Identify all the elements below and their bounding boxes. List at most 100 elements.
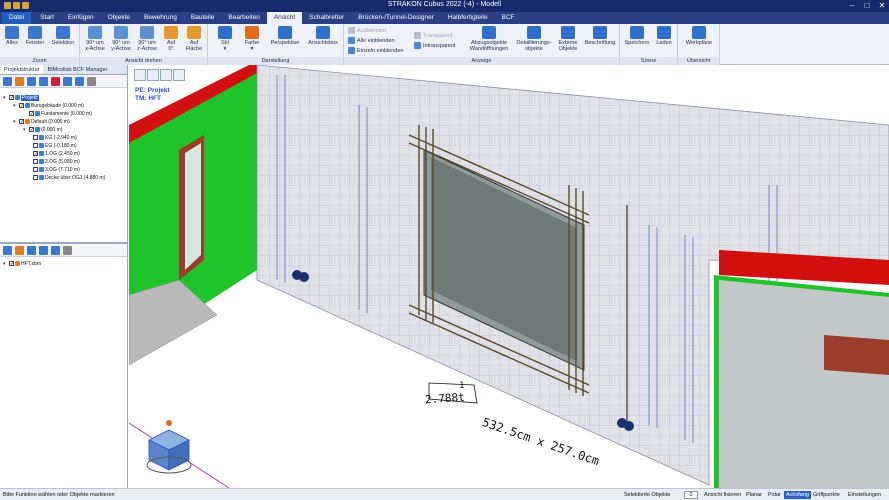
tree-node-fundamente[interactable]: ✓ Fundamente (0.000 m): [23, 110, 92, 117]
group-zoom: Alles Fenster Selektion Zoom: [0, 24, 80, 65]
tab-bauteile[interactable]: Bauteile: [184, 12, 222, 24]
group-label-zoom: Zoom: [0, 57, 79, 65]
external-objects-button[interactable]: Externe Objekte: [555, 26, 581, 52]
arrow-up-icon[interactable]: [27, 77, 36, 86]
group-label-anzeige: Anzeige: [344, 57, 619, 65]
filter-icon[interactable]: [39, 246, 48, 255]
building-icon[interactable]: [39, 77, 48, 86]
layers-icon[interactable]: [75, 77, 84, 86]
move-icon[interactable]: [63, 77, 72, 86]
zoom-selection-icon: [56, 26, 70, 39]
settings-icon[interactable]: [87, 77, 96, 86]
axis-snap-toggle[interactable]: Achsfang: [784, 491, 811, 499]
tab-bearbeiten[interactable]: Bearbeiten: [221, 12, 266, 24]
zoom-selection-button[interactable]: Selektion: [49, 26, 77, 46]
zoom-icon: [5, 26, 19, 39]
color-cube-icon: [245, 26, 259, 39]
title-bar: STRAKON Cubus 2022 (-4) - Modell – □ ✕: [0, 0, 889, 12]
annotation-count: 1: [459, 381, 465, 391]
show-all-icon: [348, 37, 355, 44]
tab-bruecken-tunnel-designer[interactable]: Brücken-/Tunnel-Designer: [351, 12, 441, 24]
viewport-info: PE: Projekt TM: HFT: [135, 87, 170, 102]
tree-node-kg[interactable]: KG (-2.940 m): [33, 134, 77, 141]
polar-toggle[interactable]: Polar: [766, 491, 783, 499]
tab-einfuegen[interactable]: Einfügen: [61, 12, 101, 24]
settings-button[interactable]: Einstellungen: [846, 491, 883, 499]
rotate-to-surface-button[interactable]: Auf Fläche: [183, 26, 205, 52]
minimize-button[interactable]: –: [845, 0, 859, 12]
zoom-window-button[interactable]: Fenster: [24, 26, 46, 46]
tree-node-1og[interactable]: ✓ 1.OG (2.450 m): [33, 150, 80, 157]
tab-bimcollab[interactable]: BIMcollab BCF Manager: [43, 65, 111, 74]
tree-node-eg[interactable]: EG (-0.180 m): [33, 142, 77, 149]
labeling-button[interactable]: Beschriftung: [582, 26, 618, 46]
arc-tool-icon[interactable]: [160, 69, 172, 81]
unlink-icon[interactable]: [63, 246, 72, 255]
3d-viewport[interactable]: PE: Projekt TM: HFT 1 2.788t 532.5cm x 2…: [129, 65, 889, 488]
level-icon: [39, 175, 44, 180]
tab-schalbretter[interactable]: Schalbretter: [302, 12, 351, 24]
group-label-ansicht-drehen: Ansicht drehen: [80, 57, 207, 65]
transparent-icon: [414, 32, 421, 39]
workplans-button[interactable]: Werkpläne: [682, 26, 716, 46]
viewbox-button[interactable]: Ansichtsbox: [305, 26, 341, 46]
color-button[interactable]: Farbe ▾: [240, 26, 264, 52]
tab-project-structure[interactable]: Projektstruktur: [0, 65, 44, 74]
import-icon[interactable]: [15, 246, 24, 255]
tab-halbfertigteile[interactable]: Halbfertigteile: [441, 12, 495, 24]
structure-icon[interactable]: [3, 77, 12, 86]
scene-save-button[interactable]: Speichern: [624, 26, 650, 46]
zoom-all-button[interactable]: Alles: [3, 26, 21, 46]
delete-icon[interactable]: [51, 77, 60, 86]
tree-node-buerogebaeude[interactable]: ▾ ✓ Burogebäude (0.000 m): [13, 102, 84, 109]
rotate-x-button[interactable]: 90° um x-Achse: [83, 26, 107, 52]
show-single-button[interactable]: Einzeln einblenden: [348, 47, 403, 54]
grip-points-toggle[interactable]: Griffpunkte: [811, 491, 842, 499]
tree-node-decke-og1[interactable]: Decke über OG1 (4.880 m): [33, 174, 105, 181]
rotate-z-button[interactable]: 90° um z-Achse: [135, 26, 159, 52]
link-icon[interactable]: [51, 246, 60, 255]
close-button[interactable]: ✕: [875, 0, 889, 12]
tree-node-2og[interactable]: 2.OG (5.080 m): [33, 158, 80, 165]
cube-icon: [218, 26, 232, 39]
detail-objects-button[interactable]: Detaillierungs-objekte: [514, 26, 554, 52]
tab-ansicht[interactable]: Ansicht: [266, 12, 303, 24]
maximize-button[interactable]: □: [860, 0, 874, 12]
tree-node-project[interactable]: ▾ ✓ Projekt: [3, 94, 39, 101]
intransparent-button[interactable]: Intransparent: [414, 42, 455, 49]
fix-view-toggle[interactable]: Ansicht fixieren: [702, 491, 743, 499]
tab-start[interactable]: Start: [33, 12, 61, 24]
style-button[interactable]: Stil ▾: [214, 26, 236, 52]
sort-icon[interactable]: [27, 246, 36, 255]
surface-icon: [187, 26, 201, 39]
tab-objekte[interactable]: Objekte: [101, 12, 137, 24]
tab-bewehrung[interactable]: Bewehrung: [137, 12, 184, 24]
measure-tool-icon[interactable]: [147, 69, 159, 81]
tab-datei[interactable]: Datei: [2, 12, 32, 24]
perspective-button[interactable]: Perspektive: [268, 26, 302, 46]
file-item-hft[interactable]: ▾ ✓ HFT.sbm: [3, 260, 41, 267]
tree-node-3og[interactable]: 3.OG (7.710 m): [33, 166, 80, 173]
hide-button[interactable]: Ausblenden: [348, 27, 386, 34]
hide-icon: [348, 27, 355, 34]
group-label-szene: Szene: [620, 57, 677, 65]
select-tool-icon[interactable]: [134, 69, 146, 81]
panel-tabs: Projektstruktur BIMcollab BCF Manager: [0, 65, 127, 75]
scene-load-button[interactable]: Laden: [653, 26, 675, 46]
planar-toggle[interactable]: Planar: [744, 491, 764, 499]
navigation-cube[interactable]: [146, 420, 192, 474]
rotate-x-icon: [88, 26, 102, 39]
tree-node-default-level[interactable]: ▾ ✓ (0.000 m): [23, 126, 62, 133]
rotate-to-zero-button[interactable]: Auf 0°: [161, 26, 181, 52]
rotate-y-button[interactable]: 90° um y-Achse: [109, 26, 133, 52]
tab-bcf[interactable]: BCF: [495, 12, 522, 24]
home-icon[interactable]: [15, 77, 24, 86]
deduction-objects-button[interactable]: Abzugsobjekte Wandöffnungen: [464, 26, 514, 52]
tree-node-default[interactable]: ▾ ✓ Default (0.000 m): [13, 118, 70, 125]
color-tool-icon[interactable]: [173, 69, 185, 81]
project-structure-panel: Projektstruktur BIMcollab BCF Manager ▾ ✓…: [0, 65, 128, 488]
add-file-icon[interactable]: [3, 246, 12, 255]
show-all-button[interactable]: Alle einblenden: [348, 37, 395, 44]
transparent-button[interactable]: Transparent: [414, 32, 452, 39]
level-icon: [39, 151, 44, 156]
